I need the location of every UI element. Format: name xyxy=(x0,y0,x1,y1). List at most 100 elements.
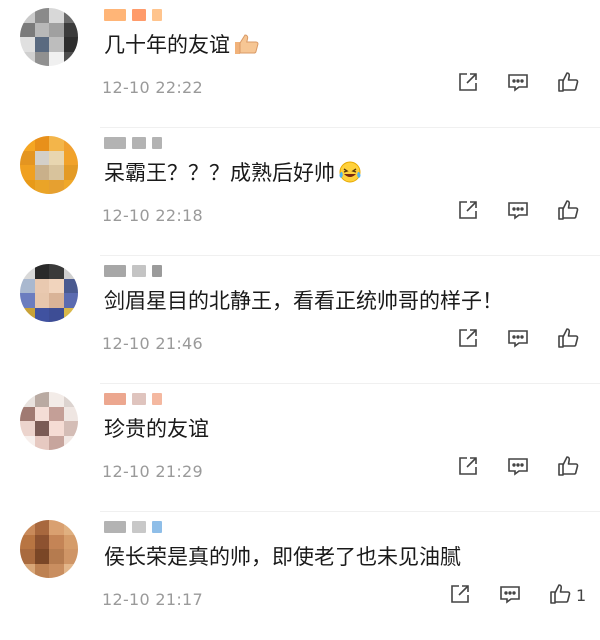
avatar[interactable] xyxy=(20,136,78,194)
laughing-crying-emoji xyxy=(337,160,363,192)
reply-icon xyxy=(498,582,522,610)
comment-actions: 1 xyxy=(448,582,586,610)
avatar-mosaic-cell xyxy=(20,563,35,578)
avatar-mosaic-cell xyxy=(20,435,35,450)
comment-text: 几十年的友谊 xyxy=(104,30,260,64)
share-button[interactable] xyxy=(456,456,480,480)
avatar-mosaic-cell xyxy=(20,520,35,535)
avatar-mosaic-cell xyxy=(49,392,64,407)
like-button[interactable] xyxy=(556,72,580,96)
avatar-mosaic-cell xyxy=(49,37,64,52)
reply-icon xyxy=(506,454,530,482)
share-button[interactable] xyxy=(456,200,480,224)
avatar-mosaic-cell xyxy=(20,307,35,322)
avatar-mosaic-cell xyxy=(63,549,78,564)
share-button[interactable] xyxy=(448,584,472,608)
avatar-mosaic-cell xyxy=(20,421,35,436)
avatar-mosaic-cell xyxy=(20,549,35,564)
avatar-mosaic-cell xyxy=(63,37,78,52)
username-blurred[interactable] xyxy=(104,260,162,282)
reply-button[interactable] xyxy=(506,72,530,96)
avatar-mosaic-cell xyxy=(63,435,78,450)
avatar-mosaic-cell xyxy=(20,22,35,37)
avatar[interactable] xyxy=(20,520,78,578)
avatar-mosaic-cell xyxy=(49,22,64,37)
comment-text: 剑眉星目的北静王，看看正统帅哥的样子！ xyxy=(104,286,503,316)
username-mosaic-block xyxy=(104,9,126,21)
comment-actions xyxy=(456,72,580,96)
reply-button[interactable] xyxy=(506,200,530,224)
avatar-mosaic-cell xyxy=(49,563,64,578)
avatar-mosaic-cell xyxy=(49,421,64,436)
like-icon xyxy=(556,454,580,482)
comment-text-content: 珍贵的友谊 xyxy=(104,417,209,441)
avatar-mosaic-cell xyxy=(63,307,78,322)
comment-item: 几十年的友谊 12-10 22:22 xyxy=(0,0,600,128)
avatar-mosaic-cell xyxy=(49,307,64,322)
username-mosaic-block xyxy=(132,265,146,277)
avatar-mosaic-cell xyxy=(63,51,78,66)
username-blurred[interactable] xyxy=(104,388,162,410)
avatar-mosaic-cell xyxy=(34,150,49,165)
comment-text-content: 呆霸王？？？成熟后好帅 xyxy=(104,161,335,185)
comment-actions xyxy=(456,456,580,480)
username-blurred[interactable] xyxy=(104,516,162,538)
avatar-mosaic-cell xyxy=(34,22,49,37)
avatar-mosaic-cell xyxy=(49,406,64,421)
avatar-mosaic-cell xyxy=(49,8,64,23)
reply-button[interactable] xyxy=(506,328,530,352)
reply-icon xyxy=(506,198,530,226)
username-mosaic-block xyxy=(152,265,162,277)
avatar-mosaic-cell xyxy=(63,278,78,293)
avatar-mosaic-cell xyxy=(49,51,64,66)
avatar-mosaic-cell xyxy=(20,165,35,180)
avatar-mosaic-cell xyxy=(34,165,49,180)
reply-icon xyxy=(506,70,530,98)
username-mosaic-block xyxy=(104,521,126,533)
avatar-mosaic-cell xyxy=(20,278,35,293)
username-mosaic-block xyxy=(104,265,126,277)
username-mosaic-block xyxy=(152,137,162,149)
avatar[interactable] xyxy=(20,264,78,322)
like-icon xyxy=(548,582,572,610)
avatar[interactable] xyxy=(20,8,78,66)
avatar-mosaic-cell xyxy=(20,534,35,549)
share-icon xyxy=(456,70,480,98)
share-button[interactable] xyxy=(456,328,480,352)
comment-item: 珍贵的友谊 12-10 21:29 xyxy=(0,384,600,512)
comment-item: 呆霸王？？？成熟后好帅 12-10 22:18 xyxy=(0,128,600,256)
share-button[interactable] xyxy=(456,72,480,96)
avatar-mosaic-cell xyxy=(34,8,49,23)
like-button[interactable] xyxy=(556,456,580,480)
like-count: 1 xyxy=(576,586,587,605)
thumbs-up-emoji xyxy=(232,32,260,64)
comment-timestamp: 12-10 21:29 xyxy=(102,462,203,481)
like-button[interactable] xyxy=(556,328,580,352)
share-icon xyxy=(456,454,480,482)
avatar-mosaic-cell xyxy=(20,136,35,151)
avatar[interactable] xyxy=(20,392,78,450)
username-mosaic-block xyxy=(152,9,162,21)
reply-button[interactable] xyxy=(498,584,522,608)
username-mosaic-block xyxy=(104,137,126,149)
avatar-mosaic-cell xyxy=(49,435,64,450)
avatar-mosaic-cell xyxy=(63,534,78,549)
avatar-mosaic-cell xyxy=(63,8,78,23)
avatar-mosaic-cell xyxy=(34,37,49,52)
comment-timestamp: 12-10 21:46 xyxy=(102,334,203,353)
username-blurred[interactable] xyxy=(104,132,162,154)
avatar-mosaic-cell xyxy=(49,150,64,165)
avatar-mosaic-cell xyxy=(63,165,78,180)
avatar-mosaic-cell xyxy=(34,549,49,564)
avatar-mosaic-cell xyxy=(49,136,64,151)
share-icon xyxy=(456,198,480,226)
like-button[interactable] xyxy=(556,200,580,224)
avatar-mosaic-cell xyxy=(34,421,49,436)
username-blurred[interactable] xyxy=(104,4,162,26)
avatar-mosaic-cell xyxy=(49,293,64,308)
avatar-mosaic-cell xyxy=(49,520,64,535)
comment-text: 呆霸王？？？成熟后好帅 xyxy=(104,158,363,192)
like-button[interactable]: 1 xyxy=(548,582,586,610)
like-icon xyxy=(556,70,580,98)
reply-button[interactable] xyxy=(506,456,530,480)
